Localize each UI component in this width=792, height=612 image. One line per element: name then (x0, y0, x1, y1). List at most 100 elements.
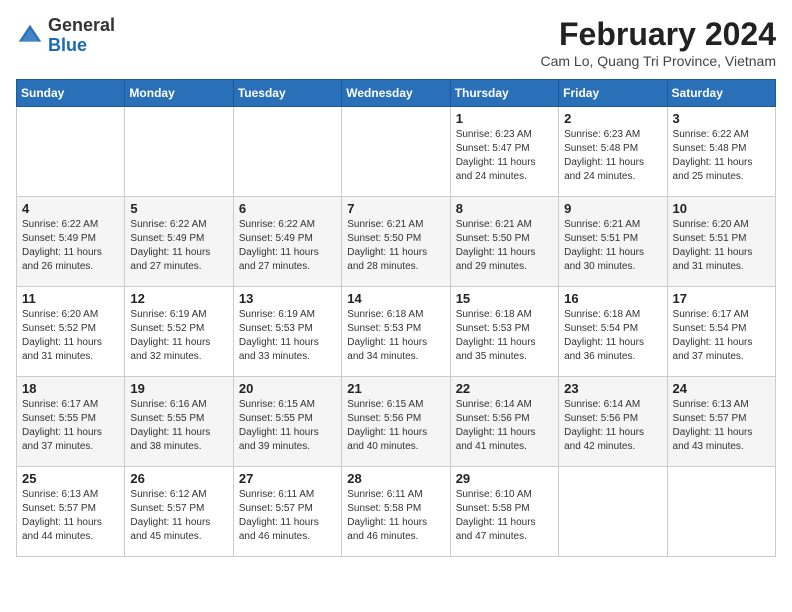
header-day-sunday: Sunday (17, 80, 125, 107)
day-cell (559, 467, 667, 557)
day-number: 12 (130, 291, 227, 306)
day-info: Sunrise: 6:22 AM Sunset: 5:48 PM Dayligh… (673, 128, 770, 184)
day-info: Sunrise: 6:21 AM Sunset: 5:50 PM Dayligh… (347, 218, 444, 274)
header: General Blue February 2024 Cam Lo, Quang… (16, 16, 776, 69)
day-info: Sunrise: 6:15 AM Sunset: 5:55 PM Dayligh… (239, 398, 336, 454)
logo: General Blue (16, 16, 115, 56)
header-day-monday: Monday (125, 80, 233, 107)
calendar-table: SundayMondayTuesdayWednesdayThursdayFrid… (16, 79, 776, 557)
day-cell: 21 Sunrise: 6:15 AM Sunset: 5:56 PM Dayli… (342, 377, 450, 467)
day-info: Sunrise: 6:16 AM Sunset: 5:55 PM Dayligh… (130, 398, 227, 454)
day-number: 2 (564, 111, 661, 126)
day-info: Sunrise: 6:20 AM Sunset: 5:51 PM Dayligh… (673, 218, 770, 274)
day-number: 26 (130, 471, 227, 486)
day-cell: 19 Sunrise: 6:16 AM Sunset: 5:55 PM Dayli… (125, 377, 233, 467)
header-day-tuesday: Tuesday (233, 80, 341, 107)
day-info: Sunrise: 6:22 AM Sunset: 5:49 PM Dayligh… (22, 218, 119, 274)
day-number: 10 (673, 201, 770, 216)
day-info: Sunrise: 6:22 AM Sunset: 5:49 PM Dayligh… (130, 218, 227, 274)
week-row-0: 1 Sunrise: 6:23 AM Sunset: 5:47 PM Daylig… (17, 107, 776, 197)
day-cell: 1 Sunrise: 6:23 AM Sunset: 5:47 PM Daylig… (450, 107, 558, 197)
header-day-saturday: Saturday (667, 80, 775, 107)
day-number: 16 (564, 291, 661, 306)
day-number: 5 (130, 201, 227, 216)
day-info: Sunrise: 6:18 AM Sunset: 5:54 PM Dayligh… (564, 308, 661, 364)
day-number: 18 (22, 381, 119, 396)
day-cell: 2 Sunrise: 6:23 AM Sunset: 5:48 PM Daylig… (559, 107, 667, 197)
day-number: 19 (130, 381, 227, 396)
day-cell: 18Sunrise: 6:17 AM Sunset: 5:55 PM Dayli… (17, 377, 125, 467)
day-number: 23 (564, 381, 661, 396)
day-number: 6 (239, 201, 336, 216)
logo-icon (16, 22, 44, 50)
day-cell (17, 107, 125, 197)
day-cell: 20 Sunrise: 6:15 AM Sunset: 5:55 PM Dayli… (233, 377, 341, 467)
day-info: Sunrise: 6:10 AM Sunset: 5:58 PM Dayligh… (456, 488, 553, 544)
day-info: Sunrise: 6:11 AM Sunset: 5:58 PM Dayligh… (347, 488, 444, 544)
day-cell: 12 Sunrise: 6:19 AM Sunset: 5:52 PM Dayli… (125, 287, 233, 377)
day-number: 8 (456, 201, 553, 216)
day-info: Sunrise: 6:14 AM Sunset: 5:56 PM Dayligh… (456, 398, 553, 454)
day-info: Sunrise: 6:22 AM Sunset: 5:49 PM Dayligh… (239, 218, 336, 274)
day-number: 28 (347, 471, 444, 486)
day-info: Sunrise: 6:15 AM Sunset: 5:56 PM Dayligh… (347, 398, 444, 454)
logo-text: General Blue (48, 16, 115, 56)
day-cell (125, 107, 233, 197)
day-number: 21 (347, 381, 444, 396)
day-cell: 29Sunrise: 6:10 AM Sunset: 5:58 PM Dayli… (450, 467, 558, 557)
day-number: 27 (239, 471, 336, 486)
calendar-header-row: SundayMondayTuesdayWednesdayThursdayFrid… (17, 80, 776, 107)
day-cell: 10 Sunrise: 6:20 AM Sunset: 5:51 PM Dayli… (667, 197, 775, 287)
day-cell: 17Sunrise: 6:17 AM Sunset: 5:54 PM Dayli… (667, 287, 775, 377)
day-info: Sunrise: 6:18 AM Sunset: 5:53 PM Dayligh… (347, 308, 444, 364)
day-cell: 25 Sunrise: 6:13 AM Sunset: 5:57 PM Dayli… (17, 467, 125, 557)
day-cell: 7 Sunrise: 6:21 AM Sunset: 5:50 PM Daylig… (342, 197, 450, 287)
day-cell: 26 Sunrise: 6:12 AM Sunset: 5:57 PM Dayli… (125, 467, 233, 557)
day-cell: 6 Sunrise: 6:22 AM Sunset: 5:49 PM Daylig… (233, 197, 341, 287)
day-number: 20 (239, 381, 336, 396)
day-cell: 8Sunrise: 6:21 AM Sunset: 5:50 PM Daylig… (450, 197, 558, 287)
day-info: Sunrise: 6:20 AM Sunset: 5:52 PM Dayligh… (22, 308, 119, 364)
day-number: 14 (347, 291, 444, 306)
day-cell: 15 Sunrise: 6:18 AM Sunset: 5:53 PM Dayli… (450, 287, 558, 377)
header-day-wednesday: Wednesday (342, 80, 450, 107)
day-cell: 27 Sunrise: 6:11 AM Sunset: 5:57 PM Dayli… (233, 467, 341, 557)
day-info: Sunrise: 6:12 AM Sunset: 5:57 PM Dayligh… (130, 488, 227, 544)
day-number: 1 (456, 111, 553, 126)
week-row-1: 4Sunrise: 6:22 AM Sunset: 5:49 PM Daylig… (17, 197, 776, 287)
day-cell: 23Sunrise: 6:14 AM Sunset: 5:56 PM Dayli… (559, 377, 667, 467)
header-day-friday: Friday (559, 80, 667, 107)
day-cell (667, 467, 775, 557)
day-info: Sunrise: 6:21 AM Sunset: 5:51 PM Dayligh… (564, 218, 661, 274)
day-number: 9 (564, 201, 661, 216)
day-info: Sunrise: 6:18 AM Sunset: 5:53 PM Dayligh… (456, 308, 553, 364)
day-info: Sunrise: 6:13 AM Sunset: 5:57 PM Dayligh… (22, 488, 119, 544)
day-number: 25 (22, 471, 119, 486)
day-cell: 13Sunrise: 6:19 AM Sunset: 5:53 PM Dayli… (233, 287, 341, 377)
day-number: 15 (456, 291, 553, 306)
day-cell: 24 Sunrise: 6:13 AM Sunset: 5:57 PM Dayli… (667, 377, 775, 467)
calendar-title: February 2024 (540, 16, 776, 53)
day-info: Sunrise: 6:11 AM Sunset: 5:57 PM Dayligh… (239, 488, 336, 544)
day-number: 22 (456, 381, 553, 396)
day-cell: 4Sunrise: 6:22 AM Sunset: 5:49 PM Daylig… (17, 197, 125, 287)
week-row-3: 18Sunrise: 6:17 AM Sunset: 5:55 PM Dayli… (17, 377, 776, 467)
day-info: Sunrise: 6:23 AM Sunset: 5:47 PM Dayligh… (456, 128, 553, 184)
day-cell: 5 Sunrise: 6:22 AM Sunset: 5:49 PM Daylig… (125, 197, 233, 287)
day-info: Sunrise: 6:23 AM Sunset: 5:48 PM Dayligh… (564, 128, 661, 184)
day-cell (342, 107, 450, 197)
day-cell (233, 107, 341, 197)
day-cell: 9 Sunrise: 6:21 AM Sunset: 5:51 PM Daylig… (559, 197, 667, 287)
day-info: Sunrise: 6:13 AM Sunset: 5:57 PM Dayligh… (673, 398, 770, 454)
day-number: 24 (673, 381, 770, 396)
day-cell: 14 Sunrise: 6:18 AM Sunset: 5:53 PM Dayli… (342, 287, 450, 377)
day-cell: 16 Sunrise: 6:18 AM Sunset: 5:54 PM Dayli… (559, 287, 667, 377)
week-row-2: 11Sunrise: 6:20 AM Sunset: 5:52 PM Dayli… (17, 287, 776, 377)
day-number: 17 (673, 291, 770, 306)
day-cell: 22 Sunrise: 6:14 AM Sunset: 5:56 PM Dayli… (450, 377, 558, 467)
day-info: Sunrise: 6:19 AM Sunset: 5:52 PM Dayligh… (130, 308, 227, 364)
day-info: Sunrise: 6:19 AM Sunset: 5:53 PM Dayligh… (239, 308, 336, 364)
day-number: 7 (347, 201, 444, 216)
day-cell: 3Sunrise: 6:22 AM Sunset: 5:48 PM Daylig… (667, 107, 775, 197)
title-area: February 2024 Cam Lo, Quang Tri Province… (540, 16, 776, 69)
